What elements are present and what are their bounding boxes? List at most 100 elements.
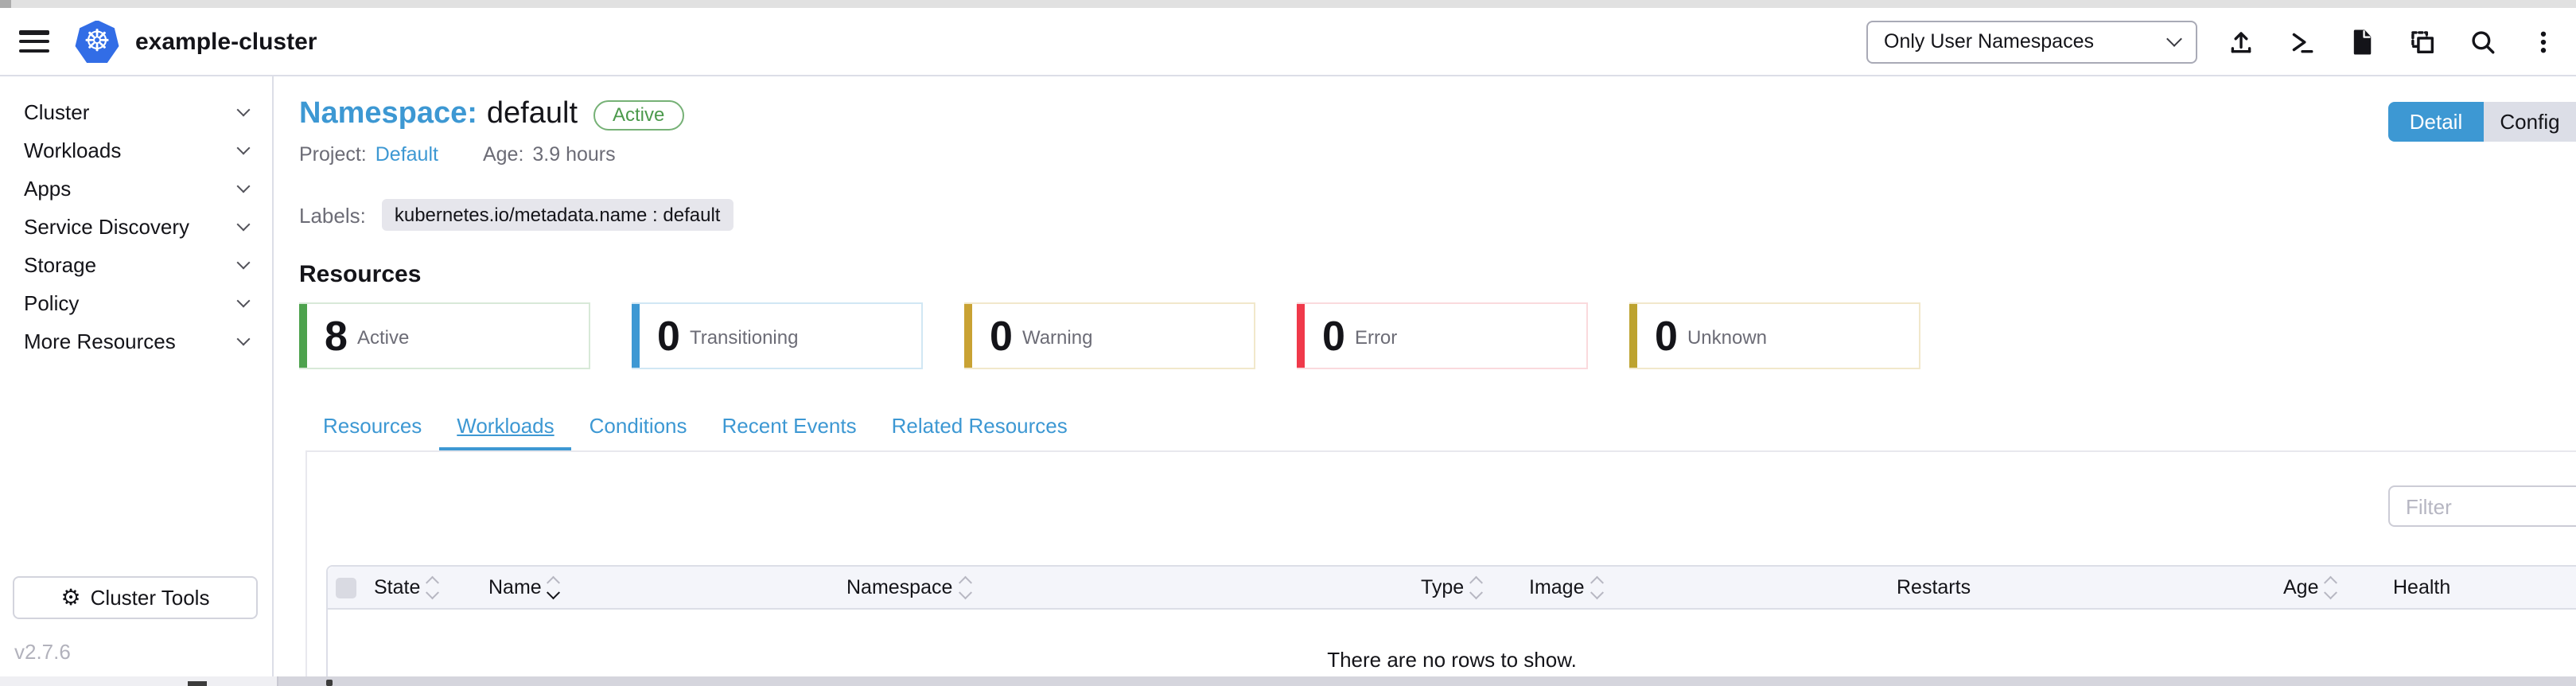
- resource-name: default: [487, 97, 578, 132]
- column-label: Health: [2393, 576, 2450, 598]
- table-body: There are no rows to show.: [328, 610, 2576, 676]
- column-header-type[interactable]: Type: [1421, 576, 1529, 598]
- project-link[interactable]: Default: [376, 143, 438, 166]
- status-card-bar: [1629, 304, 1637, 368]
- kubernetes-logo-icon: [75, 20, 119, 63]
- version-label: v2.7.6: [14, 640, 71, 664]
- status-card-unknown: 0 Unknown: [1629, 302, 1920, 369]
- bottom-bar: [0, 676, 2576, 686]
- status-card-label: Transitioning: [690, 326, 799, 349]
- column-label: Namespace: [846, 576, 952, 598]
- labels-row: Labels: kubernetes.io/metadata.name : de…: [299, 199, 2576, 231]
- chevron-down-icon: [237, 103, 251, 116]
- column-header-state[interactable]: State: [374, 576, 488, 598]
- sidebar-item-label: Storage: [24, 252, 96, 276]
- chevron-down-icon: [237, 332, 251, 345]
- sidebar-nav: Cluster Workloads Apps Service Discovery…: [0, 76, 274, 676]
- bottom-bar-left-segment: [0, 676, 278, 686]
- status-card-bar: [964, 304, 972, 368]
- sidebar-item-workloads[interactable]: Workloads: [0, 131, 272, 169]
- namespace-filter-dropdown[interactable]: Only User Namespaces: [1866, 20, 2197, 63]
- status-card-count: 0: [1655, 315, 1678, 357]
- column-header-namespace[interactable]: Namespace: [846, 576, 1421, 598]
- column-header-age[interactable]: Age: [2283, 576, 2393, 598]
- status-card-bar: [1297, 304, 1305, 368]
- resources-section-title: Resources: [299, 261, 2576, 288]
- resource-kind-link[interactable]: Namespace:: [299, 97, 477, 132]
- status-card-error: 0 Error: [1297, 302, 1588, 369]
- kebab-menu-icon[interactable]: [2528, 27, 2557, 56]
- sidebar-item-service-discovery[interactable]: Service Discovery: [0, 207, 272, 245]
- table-header-row: State Name Namespace Type Image Restarts…: [328, 567, 2576, 610]
- sidebar-item-apps[interactable]: Apps: [0, 169, 272, 207]
- status-card-label: Unknown: [1687, 326, 1767, 349]
- search-icon[interactable]: [2468, 27, 2496, 56]
- tab-recent-events[interactable]: Recent Events: [705, 406, 874, 450]
- sort-icon: [1472, 578, 1481, 597]
- project-label: Project:: [299, 143, 367, 166]
- tab-resources[interactable]: Resources: [305, 406, 439, 450]
- column-header-restarts[interactable]: Restarts: [1897, 576, 2283, 598]
- select-all-checkbox[interactable]: [336, 577, 356, 598]
- browser-top-strip: [0, 0, 2576, 8]
- filter-row: [307, 452, 2576, 527]
- column-label: Image: [1529, 576, 1585, 598]
- detail-tabs: Resources Workloads Conditions Recent Ev…: [305, 406, 2576, 450]
- sort-icon: [550, 578, 558, 597]
- chevron-down-icon: [237, 255, 251, 269]
- status-card-bar: [299, 304, 307, 368]
- age-pair: Age: 3.9 hours: [483, 143, 619, 166]
- sidebar-item-policy[interactable]: Policy: [0, 283, 272, 322]
- tab-workloads[interactable]: Workloads: [439, 406, 571, 450]
- hamburger-menu-icon[interactable]: [19, 30, 49, 53]
- column-header-image[interactable]: Image: [1529, 576, 1897, 598]
- column-label: Type: [1421, 576, 1464, 598]
- chevron-down-icon: [237, 141, 251, 154]
- namespace-filter-value: Only User Namespaces: [1884, 30, 2094, 53]
- workloads-tab-panel: State Name Namespace Type Image Restarts…: [305, 450, 2576, 676]
- sort-icon: [960, 578, 969, 597]
- sidebar-item-label: Cluster: [24, 99, 89, 123]
- import-yaml-icon[interactable]: [2226, 27, 2255, 56]
- chevron-down-icon: [2166, 31, 2182, 47]
- status-card-label: Warning: [1022, 326, 1093, 349]
- project-pair: Project: Default: [299, 143, 442, 166]
- kubectl-shell-icon[interactable]: [2286, 27, 2315, 56]
- app-viewport: example-cluster Only User Namespaces: [0, 0, 2576, 686]
- cluster-title: example-cluster: [135, 28, 317, 55]
- tab-related-resources[interactable]: Related Resources: [874, 406, 1085, 450]
- sidebar-item-more-resources[interactable]: More Resources: [0, 322, 272, 360]
- cluster-tools-button[interactable]: Cluster Tools: [13, 576, 258, 619]
- status-badge: Active: [593, 99, 683, 130]
- filter-input[interactable]: [2388, 485, 2576, 527]
- column-header-name[interactable]: Name: [488, 576, 846, 598]
- browser-top-strip-segment: [0, 0, 11, 8]
- column-header-health[interactable]: Health: [2393, 576, 2576, 598]
- header-actions: Only User Namespaces: [1866, 20, 2557, 63]
- sidebar-item-storage[interactable]: Storage: [0, 245, 272, 283]
- status-card-label: Error: [1355, 326, 1397, 349]
- status-card-active: 8 Active: [299, 302, 590, 369]
- app-shell: Cluster Workloads Apps Service Discovery…: [0, 76, 2576, 676]
- config-button[interactable]: Config: [2484, 102, 2576, 142]
- detail-button[interactable]: Detail: [2388, 102, 2484, 142]
- age-label: Age:: [483, 143, 523, 166]
- tab-conditions[interactable]: Conditions: [572, 406, 705, 450]
- column-label: Age: [2283, 576, 2319, 598]
- sort-icon: [1593, 578, 1601, 597]
- download-kubeconfig-icon[interactable]: [2347, 27, 2376, 56]
- column-label: Name: [488, 576, 542, 598]
- sort-icon: [2327, 578, 2336, 597]
- chevron-down-icon: [237, 217, 251, 231]
- sidebar-item-cluster[interactable]: Cluster: [0, 92, 272, 131]
- status-card-warning: 0 Warning: [964, 302, 1255, 369]
- status-card-bar: [632, 304, 640, 368]
- select-all-cell: [336, 577, 374, 598]
- copy-kubeconfig-icon[interactable]: [2407, 27, 2436, 56]
- cluster-tools-label: Cluster Tools: [91, 586, 210, 610]
- sidebar-item-label: Service Discovery: [24, 214, 189, 238]
- status-card-count: 8: [325, 315, 348, 357]
- view-switch: Detail Config: [2388, 102, 2576, 142]
- chevron-down-icon: [237, 294, 251, 307]
- sort-icon: [428, 578, 437, 597]
